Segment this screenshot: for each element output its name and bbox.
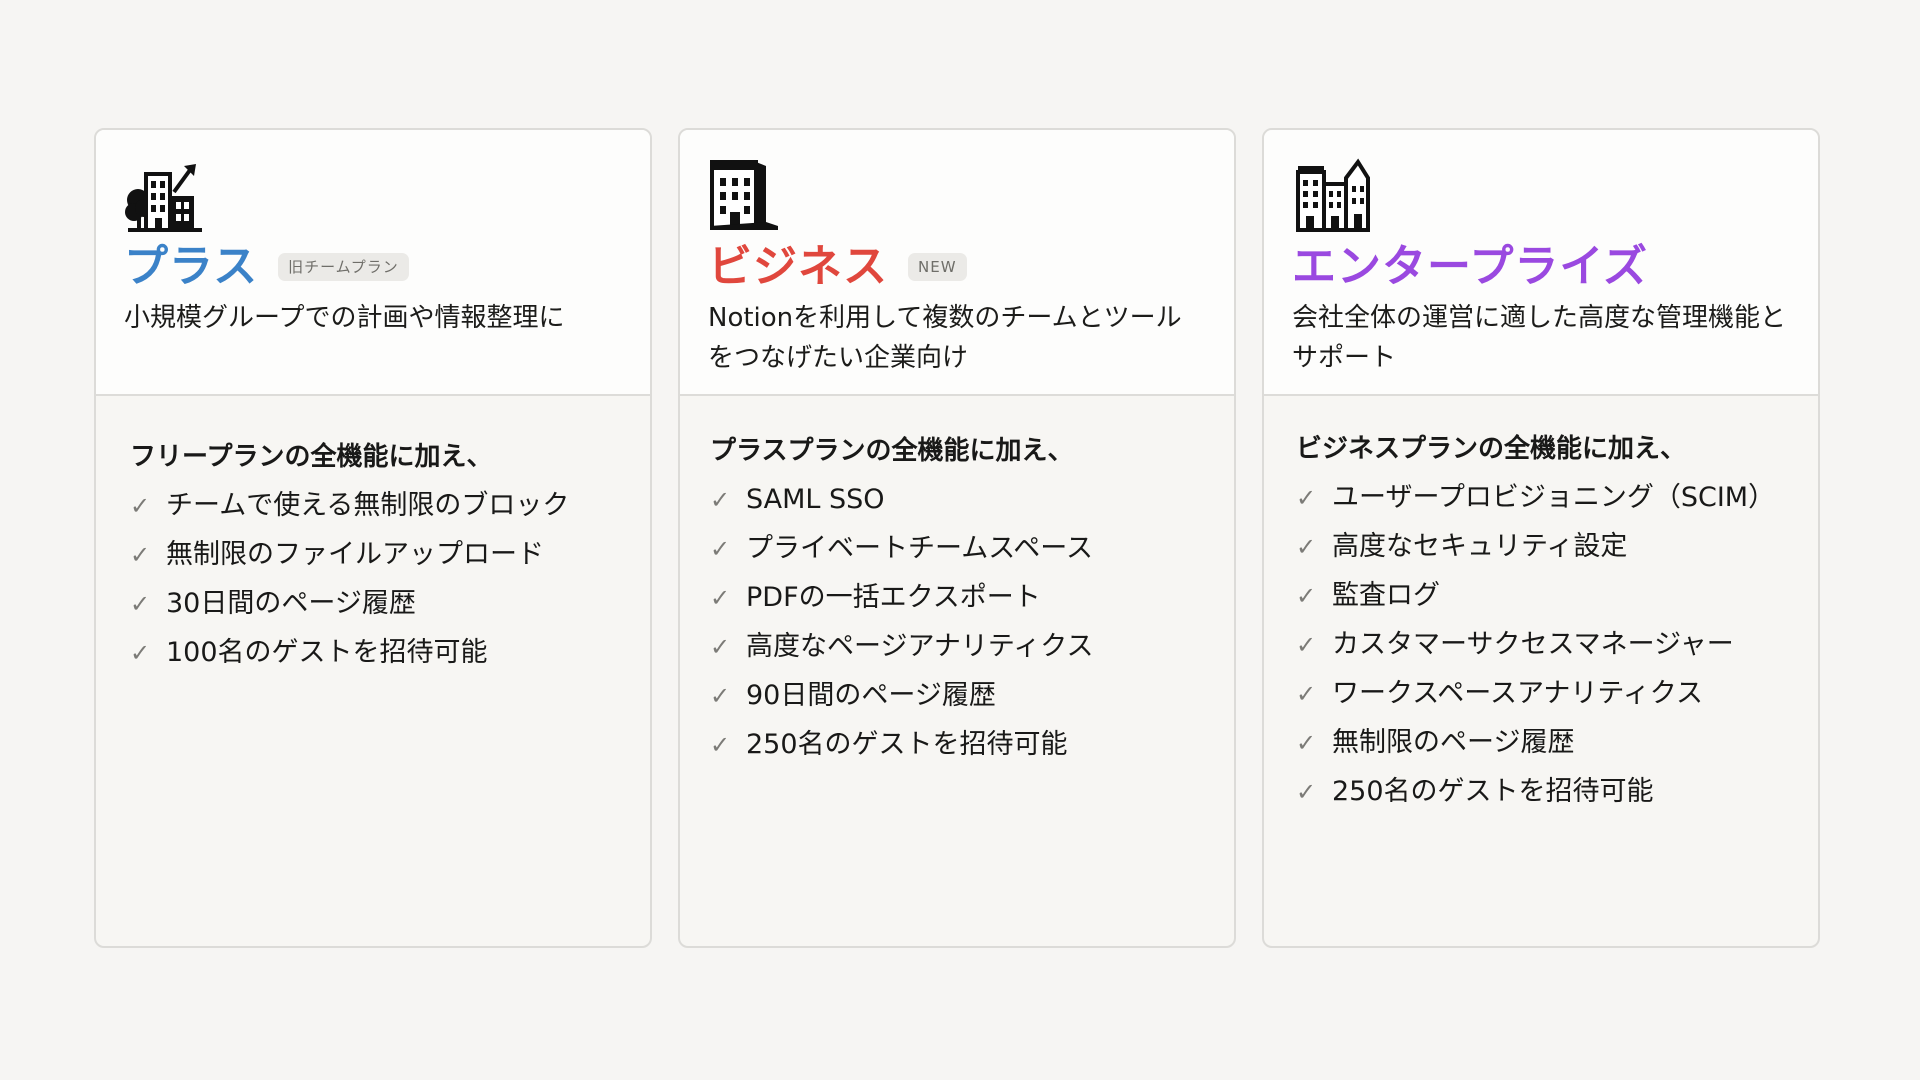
- feature-item: ✓ チームで使える無制限のブロック: [130, 484, 620, 528]
- feature-text: PDFの一括エクスポート: [746, 582, 1041, 613]
- plan-badge: NEW: [908, 253, 967, 281]
- feature-text: カスタマーサクセスマネージャー: [1332, 629, 1734, 660]
- feature-text: ユーザープロビジョニング（SCIM）: [1332, 482, 1776, 513]
- check-icon: ✓: [710, 682, 731, 710]
- check-icon: ✓: [1296, 582, 1317, 610]
- check-icon: ✓: [1296, 533, 1317, 561]
- check-icon: ✓: [1296, 729, 1317, 757]
- plan-name: ビジネス: [708, 241, 888, 292]
- city-buildings-icon: [1296, 158, 1370, 232]
- check-icon: ✓: [710, 584, 731, 612]
- plan-title-row: ビジネス NEW: [708, 242, 1204, 292]
- feature-item: ✓ 無制限のファイルアップロード: [130, 533, 620, 577]
- feature-item: ✓ 100名のゲストを招待可能: [130, 631, 620, 675]
- plan-card-header: プラス 旧チームプラン 小規模グループでの計画や情報整理に: [96, 130, 650, 396]
- plan-card-plus: プラス 旧チームプラン 小規模グループでの計画や情報整理に フリープランの全機能…: [94, 128, 652, 948]
- plan-description: 小規模グループでの計画や情報整理に: [124, 303, 565, 333]
- check-icon: ✓: [710, 731, 731, 759]
- feature-item: ✓ 監査ログ: [1296, 574, 1788, 618]
- plan-card-header: ビジネス NEW Notionを利用して複数のチームとツールをつなげたい企業向け: [680, 130, 1234, 396]
- plan-description: 会社全体の運営に適した高度な管理機能とサポート: [1292, 303, 1787, 373]
- feature-item: ✓ 高度なセキュリティ設定: [1296, 525, 1788, 569]
- feature-item: ✓ SAML SSO: [710, 478, 1204, 522]
- feature-list: ✓ ユーザープロビジョニング（SCIM） ✓ 高度なセキュリティ設定 ✓ 監査ログ ✓…: [1296, 476, 1788, 814]
- feature-text: 90日間のページ履歴: [746, 680, 996, 711]
- feature-item: ✓ 無制限のページ履歴: [1296, 721, 1788, 765]
- feature-list: ✓ チームで使える無制限のブロック ✓ 無制限のファイルアップロード ✓ 30日間のペ…: [130, 484, 620, 675]
- plan-card-body: ビジネスプランの全機能に加え、 ✓ ユーザープロビジョニング（SCIM） ✓ 高度な…: [1264, 396, 1818, 819]
- feature-item: ✓ プライベートチームスペース: [710, 527, 1204, 571]
- plan-card-enterprise: エンタープライズ 会社全体の運営に適した高度な管理機能とサポート ビジネスプラン…: [1262, 128, 1820, 948]
- feature-text: プライベートチームスペース: [746, 533, 1093, 564]
- feature-item: ✓ ユーザープロビジョニング（SCIM）: [1296, 476, 1788, 520]
- check-icon: ✓: [710, 633, 731, 661]
- feature-text: 100名のゲストを招待可能: [166, 637, 488, 668]
- check-icon: ✓: [130, 492, 151, 520]
- building-with-tree-and-arrow-icon: [125, 164, 202, 232]
- feature-item: ✓ 250名のゲストを招待可能: [710, 723, 1204, 767]
- office-building-icon: [710, 160, 778, 230]
- plan-title-row: プラス 旧チームプラン: [124, 242, 620, 292]
- feature-text: 監査ログ: [1332, 580, 1440, 611]
- plan-badge: 旧チームプラン: [278, 253, 409, 281]
- plan-title-row: エンタープライズ: [1292, 242, 1788, 292]
- check-icon: ✓: [1296, 680, 1317, 708]
- plan-card-header: エンタープライズ 会社全体の運営に適した高度な管理機能とサポート: [1264, 130, 1818, 396]
- feature-text: 無制限のファイルアップロード: [166, 539, 544, 570]
- feature-item: ✓ ワークスペースアナリティクス: [1296, 672, 1788, 716]
- plan-cards: プラス 旧チームプラン 小規模グループでの計画や情報整理に フリープランの全機能…: [94, 128, 1820, 948]
- feature-item: ✓ カスタマーサクセスマネージャー: [1296, 623, 1788, 667]
- feature-text: 250名のゲストを招待可能: [746, 729, 1068, 760]
- check-icon: ✓: [130, 590, 151, 618]
- feature-item: ✓ 高度なページアナリティクス: [710, 625, 1204, 669]
- feature-text: 250名のゲストを招待可能: [1332, 776, 1654, 807]
- check-icon: ✓: [130, 639, 151, 667]
- feature-item: ✓ 250名のゲストを招待可能: [1296, 770, 1788, 814]
- features-heading: フリープランの全機能に加え、: [130, 442, 493, 472]
- features-heading: ビジネスプランの全機能に加え、: [1296, 434, 1687, 464]
- plan-card-business: ビジネス NEW Notionを利用して複数のチームとツールをつなげたい企業向け…: [678, 128, 1236, 948]
- plan-card-body: プラスプランの全機能に加え、 ✓ SAML SSO ✓ プライベートチームスペース …: [680, 396, 1234, 772]
- feature-item: ✓ 30日間のページ履歴: [130, 582, 620, 626]
- check-icon: ✓: [710, 486, 731, 514]
- check-icon: ✓: [710, 535, 731, 563]
- feature-text: 高度なページアナリティクス: [746, 631, 1094, 662]
- feature-item: ✓ 90日間のページ履歴: [710, 674, 1204, 718]
- check-icon: ✓: [1296, 778, 1317, 806]
- feature-text: ワークスペースアナリティクス: [1332, 678, 1703, 709]
- feature-text: 高度なセキュリティ設定: [1332, 531, 1628, 562]
- plan-description: Notionを利用して複数のチームとツールをつなげたい企業向け: [708, 303, 1182, 373]
- plan-name: エンタープライズ: [1292, 241, 1649, 292]
- feature-list: ✓ SAML SSO ✓ プライベートチームスペース ✓ PDFの一括エクスポート ✓…: [710, 478, 1204, 767]
- feature-item: ✓ PDFの一括エクスポート: [710, 576, 1204, 620]
- check-icon: ✓: [1296, 631, 1317, 659]
- feature-text: 30日間のページ履歴: [166, 588, 416, 619]
- feature-text: チームで使える無制限のブロック: [166, 490, 570, 521]
- features-heading: プラスプランの全機能に加え、: [710, 436, 1074, 466]
- feature-text: 無制限のページ履歴: [1332, 727, 1575, 758]
- plan-card-body: フリープランの全機能に加え、 ✓ チームで使える無制限のブロック ✓ 無制限のファイ…: [96, 396, 650, 680]
- plan-name: プラス: [124, 241, 259, 292]
- feature-text: SAML SSO: [746, 484, 885, 515]
- check-icon: ✓: [130, 541, 151, 569]
- check-icon: ✓: [1296, 484, 1317, 512]
